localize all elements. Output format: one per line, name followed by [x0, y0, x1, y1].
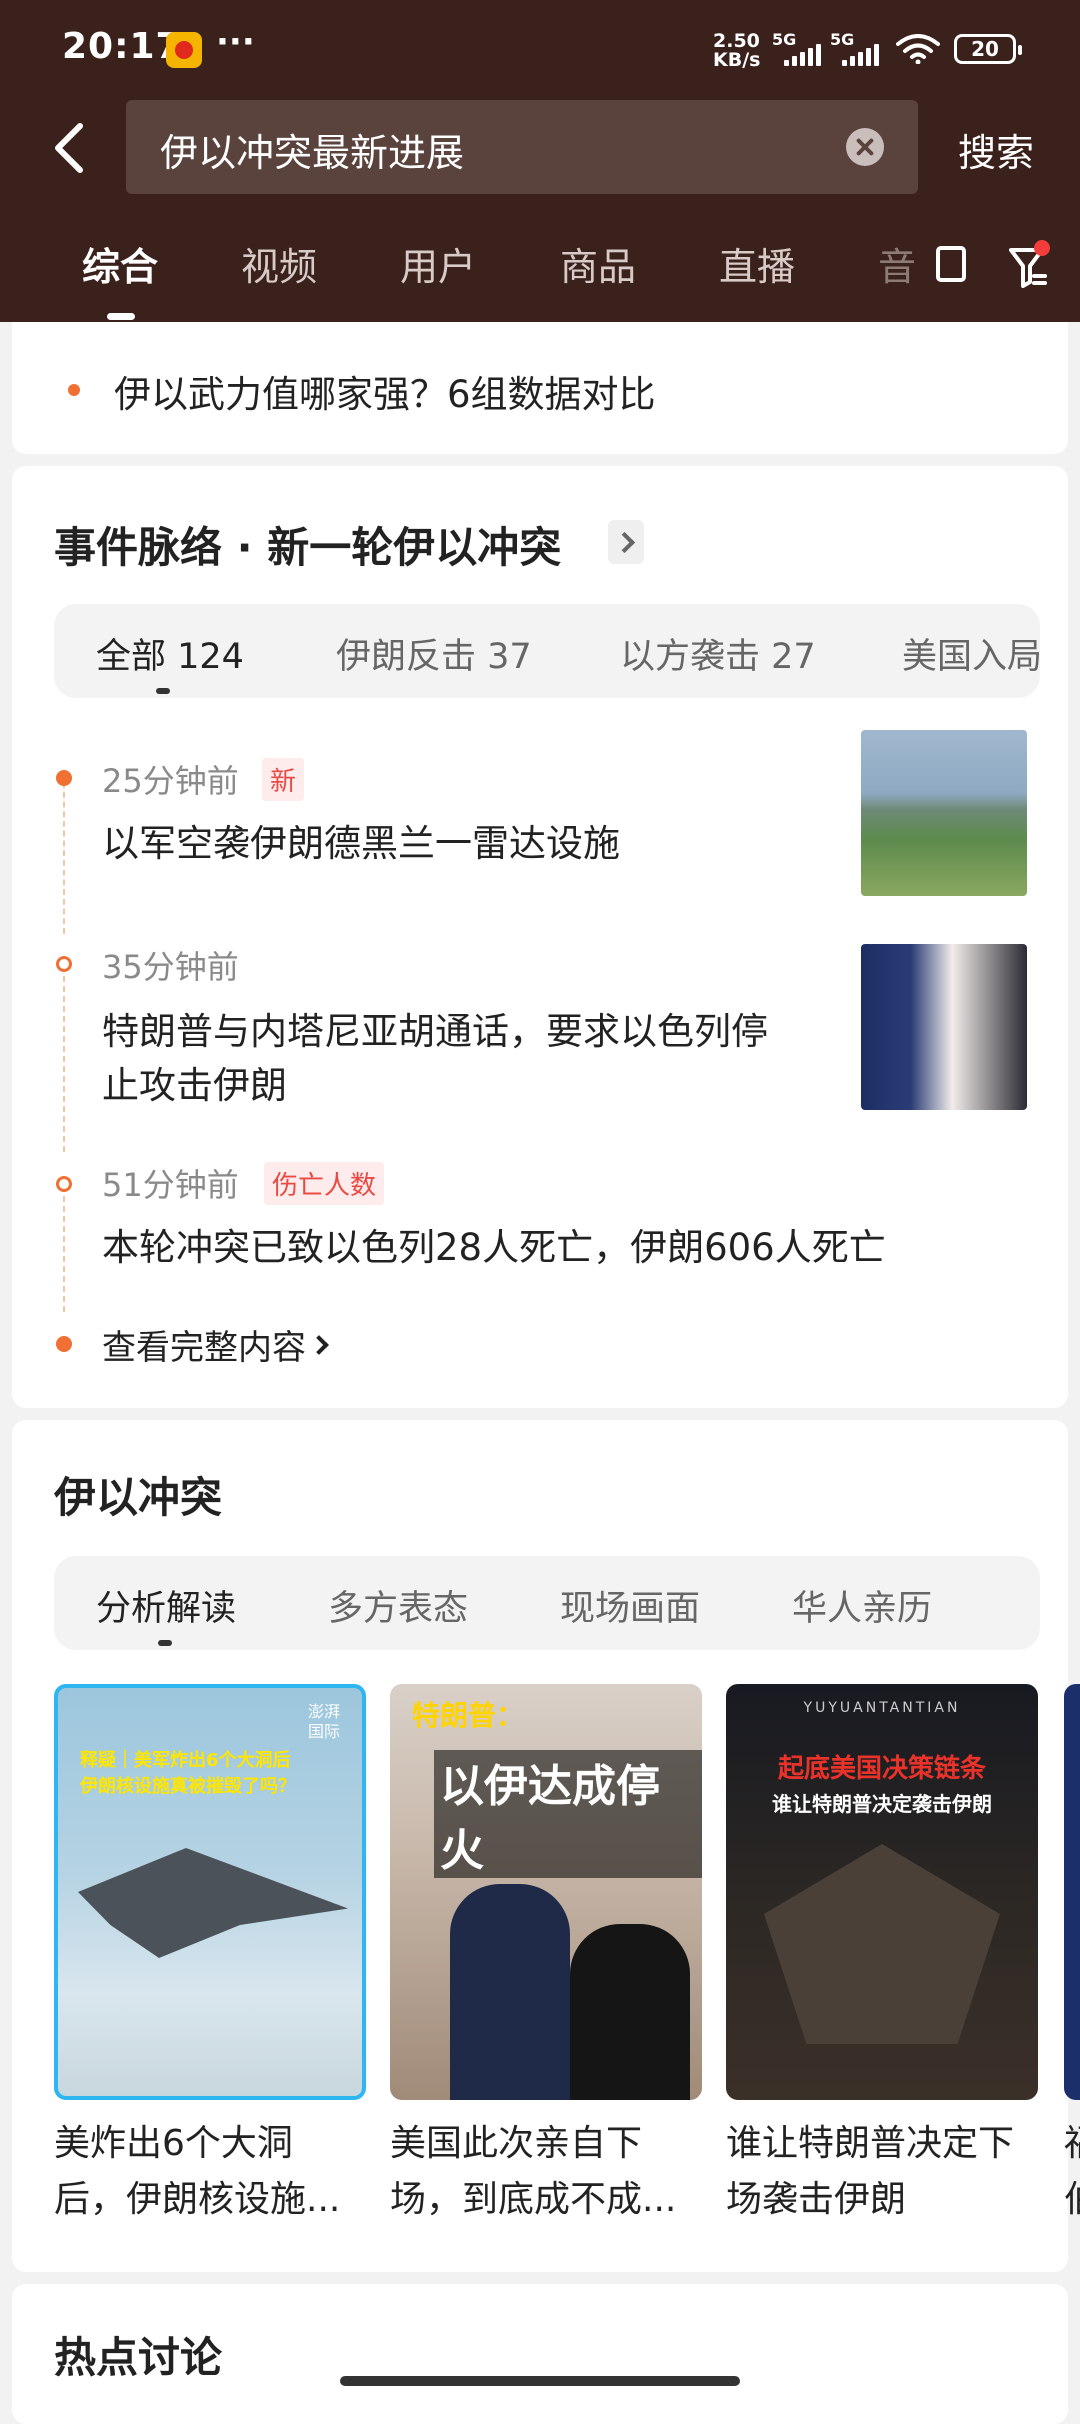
pentagon-image: [764, 1844, 1000, 2044]
status-more-icon: ···: [216, 22, 255, 62]
topic-filter-bar: 分析解读 多方表态 现场画面 华人亲历: [54, 1556, 1040, 1650]
timeline-line: [63, 1186, 65, 1312]
casualty-badge: 伤亡人数: [264, 1162, 385, 1205]
video-title: 场袭击伊朗: [726, 2179, 907, 2220]
back-arrow-icon[interactable]: [48, 122, 96, 174]
video-title: 伯: [1064, 2172, 1080, 2228]
related-article-title: 伊以武力值哪家强？6组数据对比: [114, 373, 656, 416]
timeline-headline: 本轮冲突已致以色列28人死亡，伊朗606人死亡: [102, 1226, 886, 1269]
chevron-right-icon[interactable]: [309, 1335, 329, 1355]
status-bar: 20:17 ··· 2.50 KB/s 5G 5G 20: [0, 0, 1080, 96]
tab-music-partial[interactable]: 音: [878, 236, 916, 291]
search-query-text: 伊以冲突最新进展: [160, 131, 465, 175]
new-badge: 新: [262, 758, 305, 801]
event-timeline-card: 事件脉络 · 新一轮伊以冲突 全部 124 伊朗反击 37 以方袭击 27 美国…: [12, 466, 1068, 1408]
timeline-time: 25分钟前: [102, 762, 239, 800]
timeline-time: 51分钟前: [102, 1166, 239, 1204]
video-title: 后，伊朗核设施...: [54, 2179, 341, 2220]
timeline-line: [63, 966, 65, 1152]
timeline-time: 35分钟前: [102, 948, 239, 986]
video-card[interactable]: 特朗普： 以伊达成停火 美国此次亲自下 场，到底成不成...: [390, 1684, 702, 2228]
video-card[interactable]: YUYUANTANTIAN 起底美国决策链条 谁让特朗普决定袭击伊朗 谁让特朗普…: [726, 1684, 1038, 2228]
pill-analysis[interactable]: 分析解读: [96, 1580, 236, 1631]
video-title: 美炸出6个大洞: [54, 2123, 293, 2164]
active-pill-indicator: [156, 688, 170, 694]
active-tab-indicator: [107, 313, 135, 320]
status-time: 20:17: [62, 26, 182, 67]
aircraft-image: [78, 1848, 348, 1958]
weibo-notification-icon: [166, 32, 202, 68]
video-overlay-text: 特朗普：: [412, 1699, 525, 1732]
tab-users[interactable]: 用户: [400, 236, 476, 291]
hot-discussion-card: 热点讨论: [12, 2284, 1068, 2424]
home-indicator[interactable]: [340, 2376, 740, 2386]
video-title: 福: [1064, 2116, 1080, 2172]
topic-section-title[interactable]: 伊以冲突: [54, 1464, 222, 1525]
wifi-icon: [896, 34, 940, 64]
video-thumbnail-partial[interactable]: [1064, 1684, 1080, 2100]
pill-chinese-experience[interactable]: 华人亲历: [792, 1580, 932, 1631]
timeline-dot: [56, 956, 72, 972]
video-title: 谁让特朗普决定下: [726, 2123, 1015, 2164]
pill-israel-strike[interactable]: 以方袭击 27: [620, 628, 816, 679]
pill-scene-footage[interactable]: 现场画面: [560, 1580, 700, 1631]
video-thumbnail[interactable]: YUYUANTANTIAN 起底美国决策链条 谁让特朗普决定袭击伊朗: [726, 1684, 1038, 2100]
pill-all[interactable]: 全部 124: [96, 628, 244, 679]
clear-icon[interactable]: [846, 128, 884, 166]
bullet-dot: [68, 384, 80, 396]
pill-statements[interactable]: 多方表态: [328, 1580, 468, 1631]
pill-us-involvement[interactable]: 美国入局: [902, 628, 1040, 679]
timeline-line: [63, 782, 65, 934]
person-image: [570, 1924, 690, 2100]
topic-card: 伊以冲突 分析解读 多方表态 现场画面 华人亲历 释疑｜美军炸出6个大洞后 伊朗…: [12, 1420, 1080, 2272]
view-full-content-link[interactable]: 查看完整内容: [102, 1320, 306, 1369]
video-overlay-text: YUYUANTANTIAN: [803, 1700, 961, 1716]
tab-products[interactable]: 商品: [560, 236, 636, 291]
search-input[interactable]: 伊以冲突最新进展: [126, 100, 918, 194]
timeline-dot: [56, 1336, 72, 1352]
network-speed: 2.50 KB/s: [713, 32, 760, 70]
timeline-filter-bar: 全部 124 伊朗反击 37 以方袭击 27 美国入局: [54, 604, 1040, 698]
video-card[interactable]: 释疑｜美军炸出6个大洞后 伊朗核设施真被摧毁了吗？ 澎湃国际 美炸出6个大洞 后…: [54, 1684, 366, 2228]
person-image: [450, 1884, 570, 2100]
video-overlay-text: 谁让特朗普决定袭击伊朗: [772, 1792, 992, 1816]
video-title-partial: 福 伯: [1064, 2116, 1080, 2228]
video-title: 美国此次亲自下: [390, 2123, 643, 2164]
related-article-card[interactable]: 伊以武力值哪家强？6组数据对比: [12, 322, 1068, 454]
timeline-headline: 特朗普与内塔尼亚胡通话，要求以色列停: [102, 1010, 768, 1053]
timeline-thumbnail[interactable]: [861, 730, 1027, 896]
chevron-right-icon[interactable]: [608, 520, 644, 564]
layout-toggle-icon[interactable]: [936, 246, 966, 282]
video-thumbnail[interactable]: 释疑｜美军炸出6个大洞后 伊朗核设施真被摧毁了吗？ 澎湃国际: [54, 1684, 366, 2100]
timeline-headline: 以军空袭伊朗德黑兰一雷达设施: [102, 822, 620, 865]
filter-notification-dot: [1034, 240, 1050, 256]
hot-section-title[interactable]: 热点讨论: [54, 2324, 222, 2385]
video-overlay-text: 释疑｜美军炸出6个大洞后 伊朗核设施真被摧毁了吗？: [80, 1750, 296, 1797]
timeline-dot: [56, 770, 72, 786]
battery-icon: 20: [954, 34, 1022, 64]
tab-all[interactable]: 综合: [82, 236, 158, 291]
pill-iran-counterattack[interactable]: 伊朗反击 37: [336, 628, 532, 679]
timeline-thumbnail[interactable]: [861, 944, 1027, 1110]
search-button[interactable]: 搜索: [958, 122, 1034, 177]
top-header: 20:17 ··· 2.50 KB/s 5G 5G 20 伊以冲突最新进展 搜索…: [0, 0, 1080, 322]
active-pill-indicator: [158, 1640, 172, 1646]
network-speed-unit: KB/s: [713, 49, 761, 71]
tab-video[interactable]: 视频: [241, 236, 317, 291]
channel-badge: 澎湃国际: [308, 1702, 341, 1741]
video-title: 场，到底成不成...: [390, 2179, 677, 2220]
timeline-section-title[interactable]: 事件脉络 · 新一轮伊以冲突: [54, 514, 561, 575]
video-overlay-text: 起底美国决策链条: [777, 1754, 986, 1784]
timeline-headline: 止攻击伊朗: [102, 1064, 287, 1107]
timeline-dot: [56, 1176, 72, 1192]
video-thumbnail[interactable]: 特朗普： 以伊达成停火: [390, 1684, 702, 2100]
video-overlay-text: 以伊达成停火: [434, 1750, 702, 1878]
search-tabs: 综合 视频 用户 商品 直播 音: [0, 228, 1080, 322]
tab-live[interactable]: 直播: [719, 236, 795, 291]
search-row: 伊以冲突最新进展 搜索: [0, 100, 1080, 196]
